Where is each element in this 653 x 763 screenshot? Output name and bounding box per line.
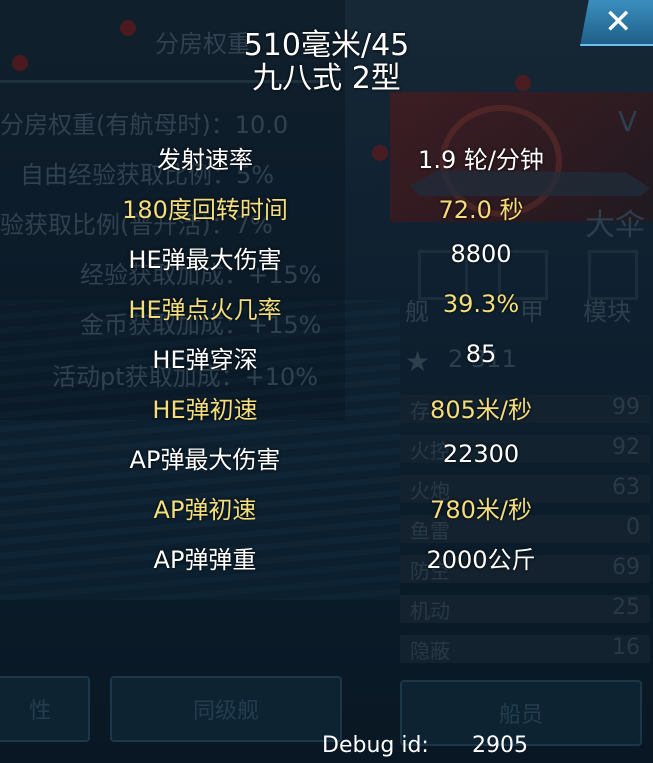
stat-value: 1.9 轮/分钟 — [418, 146, 544, 174]
stat-label: AP弹初速 — [153, 496, 257, 524]
stat-label: 发射速率 — [157, 146, 253, 174]
stat-row: HE弹点火几率 39.3% — [0, 290, 653, 330]
stat-label: HE弹初速 — [152, 396, 258, 424]
stat-label: HE弹点火几率 — [128, 296, 282, 324]
stat-label: AP弹最大伤害 — [129, 446, 281, 474]
stat-row: HE弹穿深 85 — [0, 340, 653, 380]
stat-value: 805米/秒 — [430, 396, 532, 424]
stat-value: 22300 — [442, 440, 520, 468]
stat-row: AP弹弹重 2000公斤 — [0, 540, 653, 580]
stat-value: 780米/秒 — [430, 496, 532, 524]
stat-label: 180度回转时间 — [122, 196, 288, 224]
stat-row: 发射速率 1.9 轮/分钟 — [0, 140, 653, 180]
stat-value: 85 — [465, 340, 497, 368]
stat-row: AP弹初速 780米/秒 — [0, 490, 653, 530]
stat-label: AP弹弹重 — [153, 546, 257, 574]
debug-label: Debug id: — [322, 733, 429, 758]
weapon-title-line2: 九八式 2型 — [252, 61, 401, 96]
stat-row: 180度回转时间 72.0 秒 — [0, 190, 653, 230]
stat-value: 2000公斤 — [426, 546, 536, 574]
stat-value: 8800 — [450, 240, 512, 268]
stat-row: HE弹初速 805米/秒 — [0, 390, 653, 430]
stat-value: 39.3% — [442, 290, 520, 318]
stat-row: HE弹最大伤害 8800 — [0, 240, 653, 280]
stat-value: 72.0 秒 — [438, 196, 524, 224]
stat-row: AP弹最大伤害 22300 — [0, 440, 653, 480]
debug-id-value: 2905 — [472, 733, 528, 758]
tooltip-overlay — [0, 0, 653, 763]
stat-label: HE弹穿深 — [152, 346, 258, 374]
stat-label: HE弹最大伤害 — [128, 246, 282, 274]
